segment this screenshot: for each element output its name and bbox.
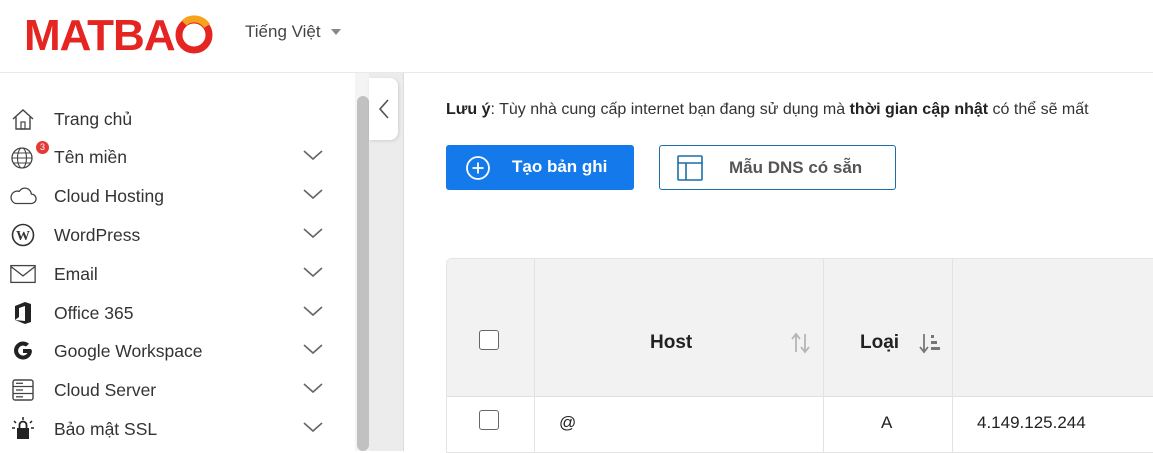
- matbao-logo[interactable]: MATBA: [24, 14, 214, 54]
- sidebar-item-label: Bảo mật SSL: [54, 418, 158, 439]
- cloud-icon: [9, 184, 37, 208]
- table-header: [447, 259, 1153, 397]
- sidebar-item-ssl[interactable]: Bảo mật SSL: [0, 410, 340, 448]
- google-icon: [9, 339, 37, 363]
- chevron-down-icon[interactable]: [302, 226, 324, 240]
- sidebar-item-office-365[interactable]: Office 365: [0, 294, 340, 332]
- chevron-down-icon[interactable]: [302, 148, 324, 162]
- note-bold-text: thời gian cập nhật: [849, 101, 989, 118]
- chevron-down-icon[interactable]: [302, 265, 324, 279]
- sidebar-item-label: Office 365: [54, 302, 134, 323]
- sidebar-item-cloud-server[interactable]: Cloud Server: [0, 371, 340, 409]
- language-selector[interactable]: Tiếng Việt: [245, 22, 341, 42]
- svg-text:MATBA: MATBA: [24, 14, 175, 54]
- sidebar-item-label: Trang chủ: [54, 108, 133, 129]
- row-checkbox[interactable]: [479, 410, 499, 430]
- sidebar-item-label: WordPress: [54, 224, 141, 245]
- dns-template-label: Mẫu DNS có sẵn: [729, 158, 863, 177]
- top-header: MATBA Tiếng Việt: [0, 0, 1153, 73]
- notification-badge: 3: [36, 141, 49, 154]
- note-label: Lưu ý: [446, 101, 491, 118]
- column-divider: [534, 259, 535, 452]
- sidebar-scrollbar-thumb[interactable]: [357, 96, 369, 451]
- sidebar-item-label: Cloud Hosting: [54, 185, 164, 206]
- office-icon: [9, 301, 37, 325]
- sort-icon[interactable]: [791, 332, 811, 354]
- sidebar-item-cloud-hosting[interactable]: Cloud Hosting: [0, 177, 340, 215]
- wordpress-icon: W: [9, 223, 37, 247]
- chevron-down-icon[interactable]: [302, 420, 324, 434]
- sidebar-item-label: Cloud Server: [54, 379, 157, 400]
- caret-down-icon: [330, 29, 341, 35]
- note-text: : Tùy nhà cung cấp internet bạn đang sử …: [490, 101, 850, 118]
- dns-template-button[interactable]: Mẫu DNS có sẵn: [659, 145, 896, 190]
- sidebar-item-label: Google Workspace: [54, 340, 203, 361]
- record-type: A: [881, 413, 893, 432]
- chevron-down-icon[interactable]: [302, 381, 324, 395]
- dns-update-note: Lưu ý: Tùy nhà cung cấp internet bạn đan…: [446, 101, 1089, 119]
- chevron-down-icon[interactable]: [302, 187, 324, 201]
- record-value: 4.149.125.244: [977, 413, 1086, 432]
- lock-icon: [9, 417, 37, 441]
- sidebar-item-wordpress[interactable]: W WordPress: [0, 216, 340, 254]
- globe-icon: 3: [9, 141, 49, 169]
- plus-circle-icon: [466, 156, 490, 180]
- collapse-sidebar-button[interactable]: [369, 78, 398, 140]
- chevron-left-icon: [378, 99, 389, 119]
- create-record-button[interactable]: Tạo bản ghi: [446, 145, 634, 190]
- mail-icon: [9, 262, 37, 286]
- record-host: @: [559, 413, 577, 432]
- chevron-down-icon[interactable]: [302, 304, 324, 318]
- note-text-end: có thể sẽ mất: [988, 101, 1089, 118]
- column-divider: [952, 259, 953, 452]
- template-layout-icon: [677, 155, 703, 181]
- select-all-checkbox[interactable]: [479, 330, 499, 350]
- dns-records-table: Host Loại @ A 4.149.125.244: [446, 258, 1153, 453]
- sidebar-item-home[interactable]: Trang chủ: [0, 100, 340, 138]
- column-header-type[interactable]: Loại: [860, 332, 899, 354]
- sidebar-item-label: Tên miền: [54, 146, 127, 167]
- sidebar-item-google-workspace[interactable]: Google Workspace: [0, 332, 340, 370]
- svg-text:W: W: [16, 229, 30, 244]
- sidebar-item-domain[interactable]: 3 Tên miền: [0, 138, 340, 176]
- column-divider: [823, 259, 824, 452]
- chevron-down-icon[interactable]: [302, 342, 324, 356]
- sidebar-item-label: Email: [54, 263, 98, 284]
- home-icon: [9, 107, 37, 131]
- column-header-host[interactable]: Host: [650, 332, 692, 354]
- sidebar: Trang chủ 3 Tên miền Cloud Hosting W Wor…: [0, 73, 369, 451]
- create-record-label: Tạo bản ghi: [512, 157, 608, 176]
- sort-descending-icon[interactable]: [919, 332, 941, 354]
- server-icon: [9, 378, 37, 402]
- sidebar-item-email[interactable]: Email: [0, 255, 340, 293]
- language-label: Tiếng Việt: [245, 22, 321, 41]
